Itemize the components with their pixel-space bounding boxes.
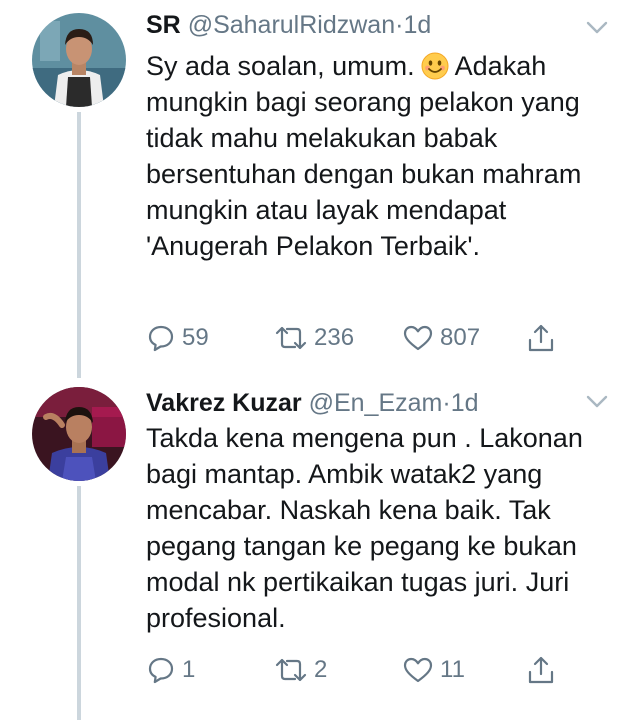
heart-icon — [403, 657, 433, 683]
smiling-face-emoji-icon — [421, 52, 449, 80]
heart-icon — [403, 325, 433, 351]
chevron-down-icon[interactable] — [584, 14, 610, 40]
avatar-photo — [32, 13, 126, 107]
display-name[interactable]: SR — [146, 11, 181, 39]
thread-line — [77, 112, 81, 378]
share-button[interactable] — [526, 318, 556, 358]
username[interactable]: @SaharulRidzwan — [188, 11, 395, 39]
display-name[interactable]: Vakrez Kuzar — [146, 389, 302, 417]
retweet-button[interactable]: 236 — [274, 318, 354, 358]
share-icon — [528, 324, 554, 352]
tweet-text: Sy ada soalan, umum. Adakah mungkin bagi… — [146, 48, 621, 264]
share-icon — [528, 656, 554, 684]
retweet-button[interactable]: 2 — [274, 650, 327, 690]
like-button[interactable]: 807 — [402, 318, 480, 358]
chevron-down-icon[interactable] — [584, 388, 610, 414]
tweet-text-part-2: Adakah mungkin bagi seorang pelakon yang… — [146, 51, 582, 261]
reply-button[interactable]: 59 — [146, 318, 209, 358]
reply-button[interactable]: 1 — [146, 650, 195, 690]
reply-icon — [148, 325, 174, 352]
tweet-actions: 1 2 11 — [146, 650, 586, 690]
tweet-header: SR @SaharulRidzwan·1d — [146, 8, 431, 42]
like-count: 807 — [440, 324, 481, 351]
timestamp[interactable]: 1d — [403, 11, 431, 39]
reply-count: 59 — [182, 324, 209, 351]
tweet-actions: 59 236 807 — [146, 318, 586, 358]
avatar[interactable] — [32, 387, 126, 481]
reply-icon — [148, 657, 174, 684]
like-button[interactable]: 11 — [402, 650, 465, 690]
retweet-icon — [275, 326, 307, 350]
avatar[interactable] — [32, 13, 126, 107]
thread-line — [77, 486, 81, 720]
tweet-vakrez[interactable]: Vakrez Kuzar @En_Ezam·1d Takda kena meng… — [0, 378, 640, 720]
tweet-text: Takda kena mengena pun . Lakonan bagi ma… — [146, 423, 583, 633]
like-count: 11 — [440, 656, 465, 683]
avatar-photo — [32, 387, 126, 481]
share-button[interactable] — [526, 650, 556, 690]
retweet-icon — [275, 658, 307, 682]
retweet-count: 2 — [314, 656, 328, 683]
username[interactable]: @En_Ezam — [309, 389, 443, 417]
retweet-count: 236 — [314, 324, 355, 351]
reply-count: 1 — [182, 656, 196, 683]
separator-dot: · — [442, 389, 451, 417]
tweet-saharul[interactable]: SR @SaharulRidzwan·1d Sy ada soalan, umu… — [0, 0, 640, 378]
tweet-header: Vakrez Kuzar @En_Ezam·1d — [146, 386, 479, 420]
tweet-text-part-1: Sy ada soalan, umum. — [146, 51, 415, 81]
timestamp[interactable]: 1d — [451, 389, 479, 417]
